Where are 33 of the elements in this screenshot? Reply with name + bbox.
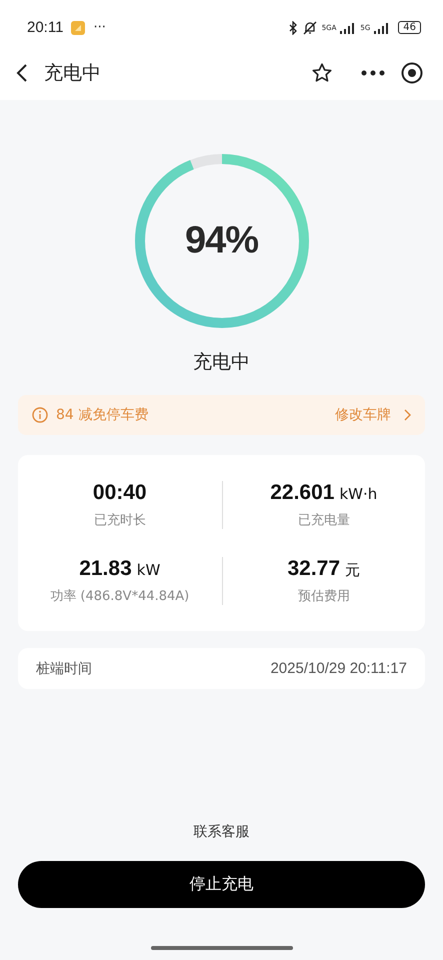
pile-time-label: 桩端时间	[36, 660, 92, 678]
contact-service-link[interactable]: 联系客服	[194, 823, 250, 841]
info-icon	[32, 407, 48, 423]
stat-label: 预估费用	[298, 588, 350, 605]
back-icon[interactable]	[16, 62, 28, 82]
target-icon[interactable]	[401, 62, 423, 84]
stop-charging-button[interactable]: 停止充电	[18, 861, 425, 908]
status-time: 20:11	[27, 19, 64, 36]
stat-unit: kW	[136, 561, 160, 579]
signal-icon	[340, 22, 356, 34]
stat-value: 21.83	[79, 557, 132, 581]
notice-text: 84 减免停车费	[56, 406, 148, 424]
stat-value: 22.601	[270, 481, 334, 505]
stat-value: 00:40	[92, 481, 147, 505]
battery-level: 46	[398, 21, 421, 34]
page-title: 充电中	[44, 60, 101, 86]
status-more: ···	[93, 20, 106, 35]
star-icon[interactable]	[311, 62, 333, 84]
pile-time-value: 2025/10/29 20:11:17	[270, 660, 407, 677]
stat-unit: 元	[345, 561, 360, 580]
signal-icon	[374, 22, 390, 34]
bluetooth-icon	[288, 20, 298, 34]
stat-value: 32.77	[287, 557, 340, 581]
stat-label: 已充电量	[298, 512, 350, 529]
stat-label: 已充时长	[94, 512, 146, 529]
charge-status: 充电中	[192, 350, 251, 375]
more-icon[interactable]	[361, 70, 385, 76]
app-icon	[71, 20, 86, 34]
stat-label: 功率 (486.8V*44.84A)	[50, 588, 190, 605]
mute-icon	[302, 20, 318, 34]
charge-percent: 94%	[184, 220, 258, 262]
stat-unit: kW·h	[339, 485, 378, 503]
chevron-icon	[403, 409, 411, 421]
